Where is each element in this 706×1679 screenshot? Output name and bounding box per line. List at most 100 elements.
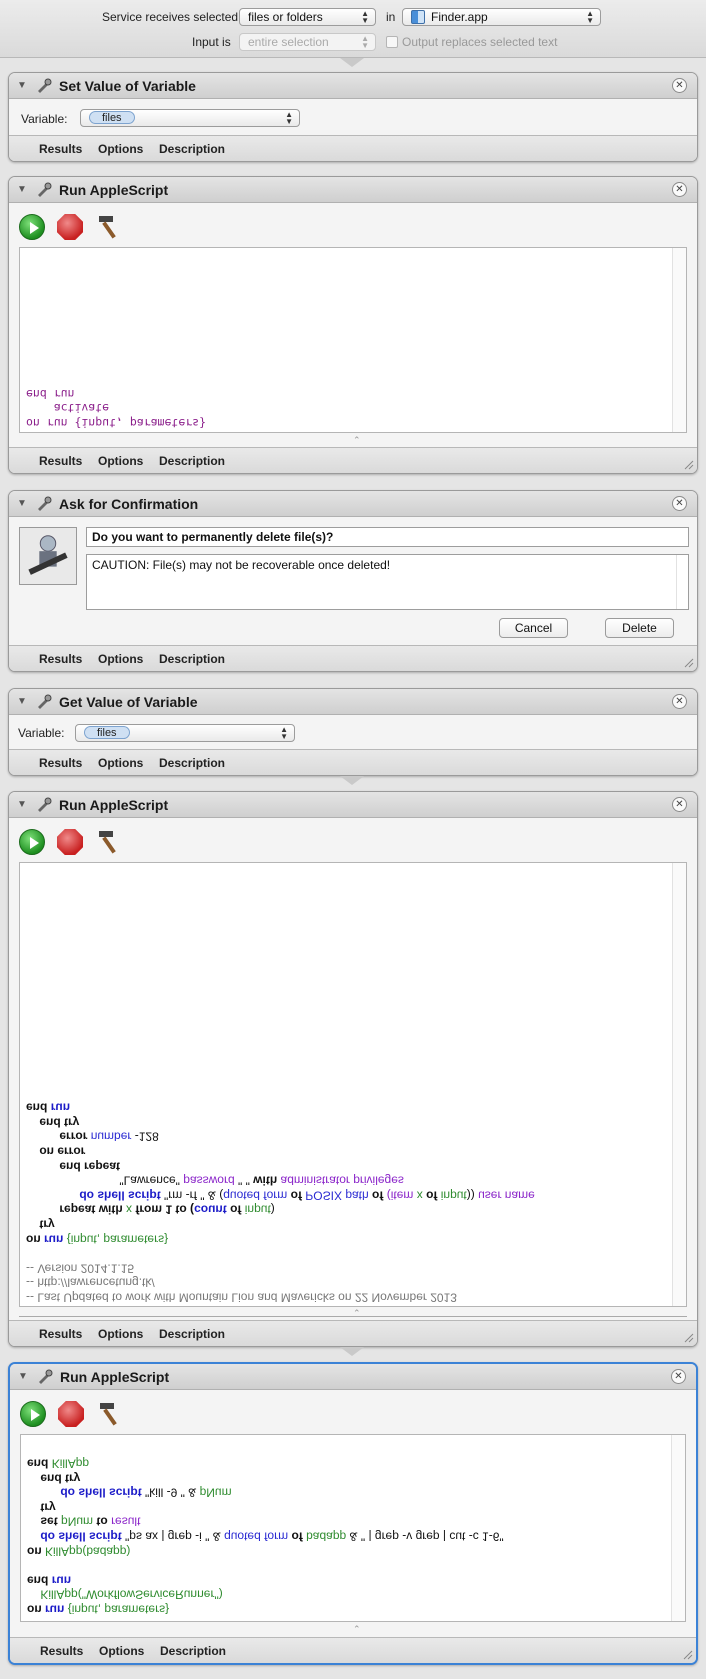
confirmation-message: CAUTION: File(s) may not be recoverable … [92,558,391,572]
automator-robot-icon[interactable] [19,527,77,585]
action-ask-for-confirmation[interactable]: ▼ Ask for Confirmation ✕ Do you want to … [8,490,698,672]
delete-button[interactable]: Delete [605,618,674,638]
script-code-3: on run {input, parameters} KillApp("Work… [27,1456,667,1617]
output-replaces-checkbox[interactable] [386,36,398,48]
code-class: user name [478,1187,535,1202]
variable-popup[interactable]: files ▲ ▼ [75,724,295,742]
editor-resize-grip-icon[interactable]: ⌃ [353,1308,361,1319]
code-comment: -- Last Updated to work with Mountain Li… [26,1290,457,1304]
tab-description[interactable]: Description [160,1644,226,1658]
confirmation-message-field[interactable]: CAUTION: File(s) may not be recoverable … [86,554,689,610]
tab-description[interactable]: Description [159,454,225,468]
app-popup[interactable]: Finder.app ▲ ▼ [402,8,601,26]
tab-results[interactable]: Results [39,652,82,666]
tab-options[interactable]: Options [98,652,143,666]
stop-icon[interactable] [57,214,83,240]
close-icon[interactable]: ✕ [672,182,687,197]
tab-results[interactable]: Results [39,1327,82,1341]
tab-description[interactable]: Description [159,652,225,666]
compile-hammer-icon[interactable] [94,827,124,857]
disclosure-triangle-icon[interactable]: ▼ [17,498,27,509]
code-keyword: end [27,1457,49,1472]
action-set-value-of-variable[interactable]: ▼ Set Value of Variable ✕ Variable: file… [8,72,698,162]
action-title: Ask for Confirmation [59,496,199,512]
editor-divider [19,1316,687,1317]
action-footer: Results Options Description [9,447,697,473]
script-editor-2[interactable]: -- Last Updated to work with Mountain Li… [19,862,687,1307]
action-get-value-of-variable[interactable]: ▼ Get Value of Variable ✕ Variable: file… [8,688,698,776]
close-icon[interactable]: ✕ [672,694,687,709]
code-keyword: from 1 to ( [135,1202,195,1217]
resize-handle-icon[interactable] [683,1650,693,1660]
resize-handle-icon[interactable] [684,1333,694,1343]
confirmation-question-field[interactable]: Do you want to permanently delete file(s… [86,527,689,547]
disclosure-triangle-icon[interactable]: ▼ [17,184,27,195]
editor-resize-grip-icon[interactable]: ⌃ [353,435,361,446]
tab-results[interactable]: Results [39,142,82,156]
code-keyword: run [50,1100,71,1115]
code-keyword: do shell script [40,1530,122,1545]
disclosure-triangle-icon[interactable]: ▼ [17,696,27,707]
editor-resize-grip-icon[interactable]: ⌃ [353,1624,361,1635]
service-receives-popup[interactable]: files or folders ▲ ▼ [239,8,376,26]
cancel-button[interactable]: Cancel [499,618,568,638]
service-receives-label: Service receives selected [102,10,239,24]
script-editor-3[interactable]: on run {input, parameters} KillApp("Work… [20,1434,686,1622]
action-run-applescript-2[interactable]: ▼ Run AppleScript ✕ -- Last Updated to w… [8,791,698,1347]
code-keyword: to [96,1515,108,1530]
close-icon[interactable]: ✕ [671,1369,686,1384]
tab-description[interactable]: Description [159,756,225,770]
code-property: quoted form [224,1530,289,1545]
editor-scrollbar[interactable] [671,1435,685,1621]
code-property: path [345,1187,369,1202]
tab-options[interactable]: Options [98,454,143,468]
tab-options[interactable]: Options [98,142,143,156]
tab-description[interactable]: Description [159,142,225,156]
code-variable: KillApp [51,1457,90,1472]
variable-label: Variable: [21,112,68,126]
compile-hammer-icon[interactable] [94,212,124,242]
resize-handle-icon[interactable] [684,658,694,668]
popup-arrows-icon: ▲ ▼ [361,9,369,25]
tab-options[interactable]: Options [98,1327,143,1341]
run-icon[interactable] [19,214,45,240]
resize-handle-icon[interactable] [684,460,694,470]
disclosure-triangle-icon[interactable]: ▼ [17,799,27,810]
automator-action-icon [39,1369,53,1384]
variable-popup[interactable]: files ▲ ▼ [80,109,300,127]
code-keyword: end [27,1573,49,1588]
stop-icon[interactable] [57,829,83,855]
close-icon[interactable]: ✕ [672,496,687,511]
run-icon[interactable] [20,1401,46,1427]
script-editor-1[interactable]: on run {input, parameters} activate end … [19,247,687,433]
disclosure-triangle-icon[interactable]: ▼ [18,1371,28,1382]
tab-results[interactable]: Results [40,1644,83,1658]
compile-hammer-icon[interactable] [95,1399,125,1429]
automator-action-icon [38,797,52,812]
code-keyword: of [426,1187,438,1202]
message-scrollbar[interactable] [676,555,688,609]
action-title-bar[interactable]: ▼ Run AppleScript ✕ [9,792,697,818]
close-icon[interactable]: ✕ [672,78,687,93]
disclosure-triangle-icon[interactable]: ▼ [17,80,27,91]
tab-results[interactable]: Results [39,454,82,468]
run-icon[interactable] [19,829,45,855]
editor-scrollbar[interactable] [672,863,686,1306]
action-title-bar[interactable]: ▼ Set Value of Variable ✕ [9,73,697,99]
action-title-bar[interactable]: ▼ Run AppleScript ✕ [10,1364,696,1390]
action-run-applescript-1[interactable]: ▼ Run AppleScript ✕ on run {input, param… [8,176,698,474]
tab-results[interactable]: Results [39,756,82,770]
action-title-bar[interactable]: ▼ Run AppleScript ✕ [9,177,697,203]
script-code-1: on run {input, parameters} activate end … [26,386,668,430]
tab-options[interactable]: Options [99,1644,144,1658]
tab-description[interactable]: Description [159,1327,225,1341]
stop-icon[interactable] [58,1401,84,1427]
editor-scrollbar[interactable] [672,248,686,432]
code-keyword: repeat with [59,1202,123,1217]
action-title-bar[interactable]: ▼ Get Value of Variable ✕ [9,689,697,715]
close-icon[interactable]: ✕ [672,797,687,812]
action-title-bar[interactable]: ▼ Ask for Confirmation ✕ [9,491,697,517]
tab-options[interactable]: Options [98,756,143,770]
action-run-applescript-3[interactable]: ▼ Run AppleScript ✕ on run {input, param… [8,1362,698,1665]
code-keyword: run [51,1573,72,1588]
